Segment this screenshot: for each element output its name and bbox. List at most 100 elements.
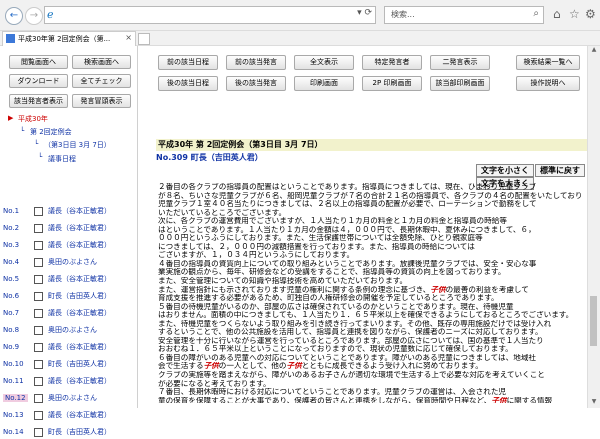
scroll-down-icon[interactable]: ▼ xyxy=(588,398,600,408)
speaker-checkbox[interactable] xyxy=(34,258,43,267)
search-hit-highlight: 子供 xyxy=(491,396,507,403)
speech-line: につきましては、２，０００円の減額措置を行っております。また、指導員の時給につい… xyxy=(158,242,475,251)
speaker-name[interactable]: 議長（谷本正敏君） xyxy=(48,308,111,318)
speaker-row[interactable]: No.5 議長（谷本正敏君） xyxy=(0,273,137,286)
speaker-checkbox[interactable] xyxy=(34,241,43,250)
speaker-row[interactable]: No.6 町長（吉田英人君） xyxy=(0,290,137,303)
view-screen-button[interactable]: 閲覧画面へ xyxy=(9,55,68,69)
speech-line: が必要になると考えております。 xyxy=(158,379,271,388)
show-speech-head-button[interactable]: 発言冒頭表示 xyxy=(72,94,131,108)
speaker-checkbox[interactable] xyxy=(34,292,43,301)
speaker-name[interactable]: 議長（谷本正敏君） xyxy=(48,376,111,386)
speaker-row[interactable]: No.12 奥田のぶよさん xyxy=(0,392,137,405)
speaker-checkbox[interactable] xyxy=(34,207,43,216)
speech-line: ４番目の指導員の資質向上についての取り組みということであります。放課後児童クラブ… xyxy=(158,259,537,268)
session-title: 平成30年 第 2回定例会（第3日目 3月 7日） xyxy=(156,139,588,151)
speaker-name[interactable]: 議長（谷本正敏君） xyxy=(48,223,111,233)
speech-line: はということであります。１人当たり１カ月の金額は４，０００円で、長期休暇中、夏休… xyxy=(158,225,536,234)
browser-tab[interactable]: 平成30年第 2回定例会（第... × xyxy=(2,31,136,46)
speaker-checkbox[interactable] xyxy=(34,275,43,284)
favorites-star-icon[interactable]: ☆ xyxy=(569,7,580,21)
show-speakers-button[interactable]: 該当発言者表示 xyxy=(9,94,68,108)
search-icon[interactable]: ⌕ xyxy=(533,8,539,19)
print-2p-button[interactable]: 2P 印刷画面 xyxy=(362,76,422,91)
prev-speech-button[interactable]: 前の該当発言 xyxy=(226,55,286,70)
speaker-row[interactable]: No.8 奥田のぶよさん xyxy=(0,324,137,337)
speaker-name[interactable]: 議長（谷本正敏君） xyxy=(48,206,111,216)
search-screen-button[interactable]: 検索画面へ xyxy=(72,55,131,69)
speaker-name[interactable]: 議長（谷本正敏君） xyxy=(48,342,111,352)
close-tab-icon[interactable]: × xyxy=(125,33,132,42)
next-day-button[interactable]: 後の該当日程 xyxy=(158,76,218,91)
speech-line: するということで、他の公共施設を活用して、指導員と連携を図りながら、保護者のニー… xyxy=(158,328,543,337)
gear-icon[interactable]: ⚙ xyxy=(585,7,596,21)
tree-date[interactable]: （第3日目 3月 7日） xyxy=(44,140,111,150)
font-standard-button[interactable]: 標準に戻す xyxy=(535,164,585,177)
right-panel: 前の該当日程 前の該当発言 全文表示 特定発言者 二発言表示 検索結果一覧へ 後… xyxy=(138,46,600,408)
two-speech-button[interactable]: 二発言表示 xyxy=(430,55,490,70)
new-tab-button[interactable] xyxy=(138,33,150,45)
speaker-name[interactable]: 奥田のぶよさん xyxy=(48,393,97,403)
vertical-scrollbar[interactable]: ▲ ▼ xyxy=(587,46,600,408)
download-button[interactable]: ダウンロード xyxy=(9,74,68,88)
results-list-button[interactable]: 検索結果一覧へ xyxy=(516,55,580,70)
tree-year[interactable]: 平成30年 xyxy=(18,114,48,124)
tree-session[interactable]: 第 2回定例会 xyxy=(30,127,72,137)
print-button[interactable]: 印刷画面 xyxy=(294,76,354,91)
speaker-number: No.2 xyxy=(3,224,20,232)
speaker-checkbox[interactable] xyxy=(34,224,43,233)
speaker-checkbox[interactable] xyxy=(34,411,43,420)
back-button[interactable]: ← xyxy=(5,7,23,25)
tree-branch-icon: └ xyxy=(38,153,43,161)
speaker-row[interactable]: No.9 議長（谷本正敏君） xyxy=(0,341,137,354)
speaker-name[interactable]: 町長（吉田英人君） xyxy=(48,359,111,369)
speaker-row[interactable]: No.7 議長（谷本正敏君） xyxy=(0,307,137,320)
speaker-row[interactable]: No.14 町長（吉田英人君） xyxy=(0,426,137,439)
search-hit-highlight: 子供 xyxy=(203,362,219,371)
speaker-name[interactable]: 議長（谷本正敏君） xyxy=(48,240,111,250)
font-smaller-button[interactable]: 文字を小さく xyxy=(476,164,534,177)
home-icon[interactable]: ⌂ xyxy=(553,7,561,21)
prev-day-button[interactable]: 前の該当日程 xyxy=(158,55,218,70)
speaker-checkbox[interactable] xyxy=(34,326,43,335)
speaker-checkbox[interactable] xyxy=(34,309,43,318)
full-text-button[interactable]: 全文表示 xyxy=(294,55,354,70)
speaker-heading: No.309 町長（吉田英人君） xyxy=(156,153,263,162)
search-box[interactable]: 検索... ⌕ xyxy=(384,6,544,24)
speaker-row[interactable]: No.11 議長（谷本正敏君） xyxy=(0,375,137,388)
speech-line: ０００円というふうにしております。また、生活保護世帯については全額免除、ひとり親… xyxy=(158,234,483,243)
speech-line: ７番目、長期休暇時における対応についてということであります。児童クラブの運営は、… xyxy=(158,388,507,397)
help-button[interactable]: 操作説明へ xyxy=(516,76,580,91)
speaker-row[interactable]: No.4 奥田のぶよさん xyxy=(0,256,137,269)
speaker-checkbox[interactable] xyxy=(34,394,43,403)
speaker-name[interactable]: 議長（谷本正敏君） xyxy=(48,274,111,284)
speaker-row[interactable]: No.10 町長（吉田英人君） xyxy=(0,358,137,371)
speaker-row[interactable]: No.1 議長（谷本正敏君） xyxy=(0,205,137,218)
speaker-checkbox[interactable] xyxy=(34,377,43,386)
speaker-row[interactable]: No.2 議長（谷本正敏君） xyxy=(0,222,137,235)
address-bar[interactable]: ℯ ▾ ⟳ xyxy=(44,6,376,24)
speaker-name[interactable]: 奥田のぶよさん xyxy=(48,325,97,335)
tree-expand-icon[interactable]: ▶ xyxy=(8,114,13,122)
speaker-name[interactable]: 町長（吉田英人君） xyxy=(48,427,111,437)
speaker-checkbox[interactable] xyxy=(34,360,43,369)
speaker-row[interactable]: No.13 議長（谷本正敏君） xyxy=(0,409,137,422)
check-all-button[interactable]: 全てチェック xyxy=(72,74,131,88)
speech-line: また、安全管理についての知識や指導技術を高めていただいております。 xyxy=(158,277,408,286)
speaker-number: No.7 xyxy=(3,309,20,317)
specific-speaker-button[interactable]: 特定発言者 xyxy=(362,55,422,70)
speaker-name[interactable]: 奥田のぶよさん xyxy=(48,257,97,267)
speaker-row[interactable]: No.3 議長（谷本正敏君） xyxy=(0,239,137,252)
scroll-thumb[interactable] xyxy=(590,296,597,346)
speaker-name[interactable]: 町長（吉田英人君） xyxy=(48,291,111,301)
next-speech-button[interactable]: 後の該当発言 xyxy=(226,76,286,91)
forward-button[interactable]: → xyxy=(25,7,43,25)
speech-line: 童の保育を保障することが大事であり、保護者の皆さんと連携をしながら、保育時間や日… xyxy=(158,396,553,403)
scroll-up-icon[interactable]: ▲ xyxy=(588,46,600,56)
tree-agenda[interactable]: 議事日程 xyxy=(48,154,76,164)
speaker-checkbox[interactable] xyxy=(34,428,43,437)
speaker-checkbox[interactable] xyxy=(34,343,43,352)
speaker-name[interactable]: 議長（谷本正敏君） xyxy=(48,410,111,420)
print-hits-button[interactable]: 該当部印刷画面 xyxy=(430,76,490,91)
address-tools-icon[interactable]: ▾ ⟳ xyxy=(357,8,372,18)
